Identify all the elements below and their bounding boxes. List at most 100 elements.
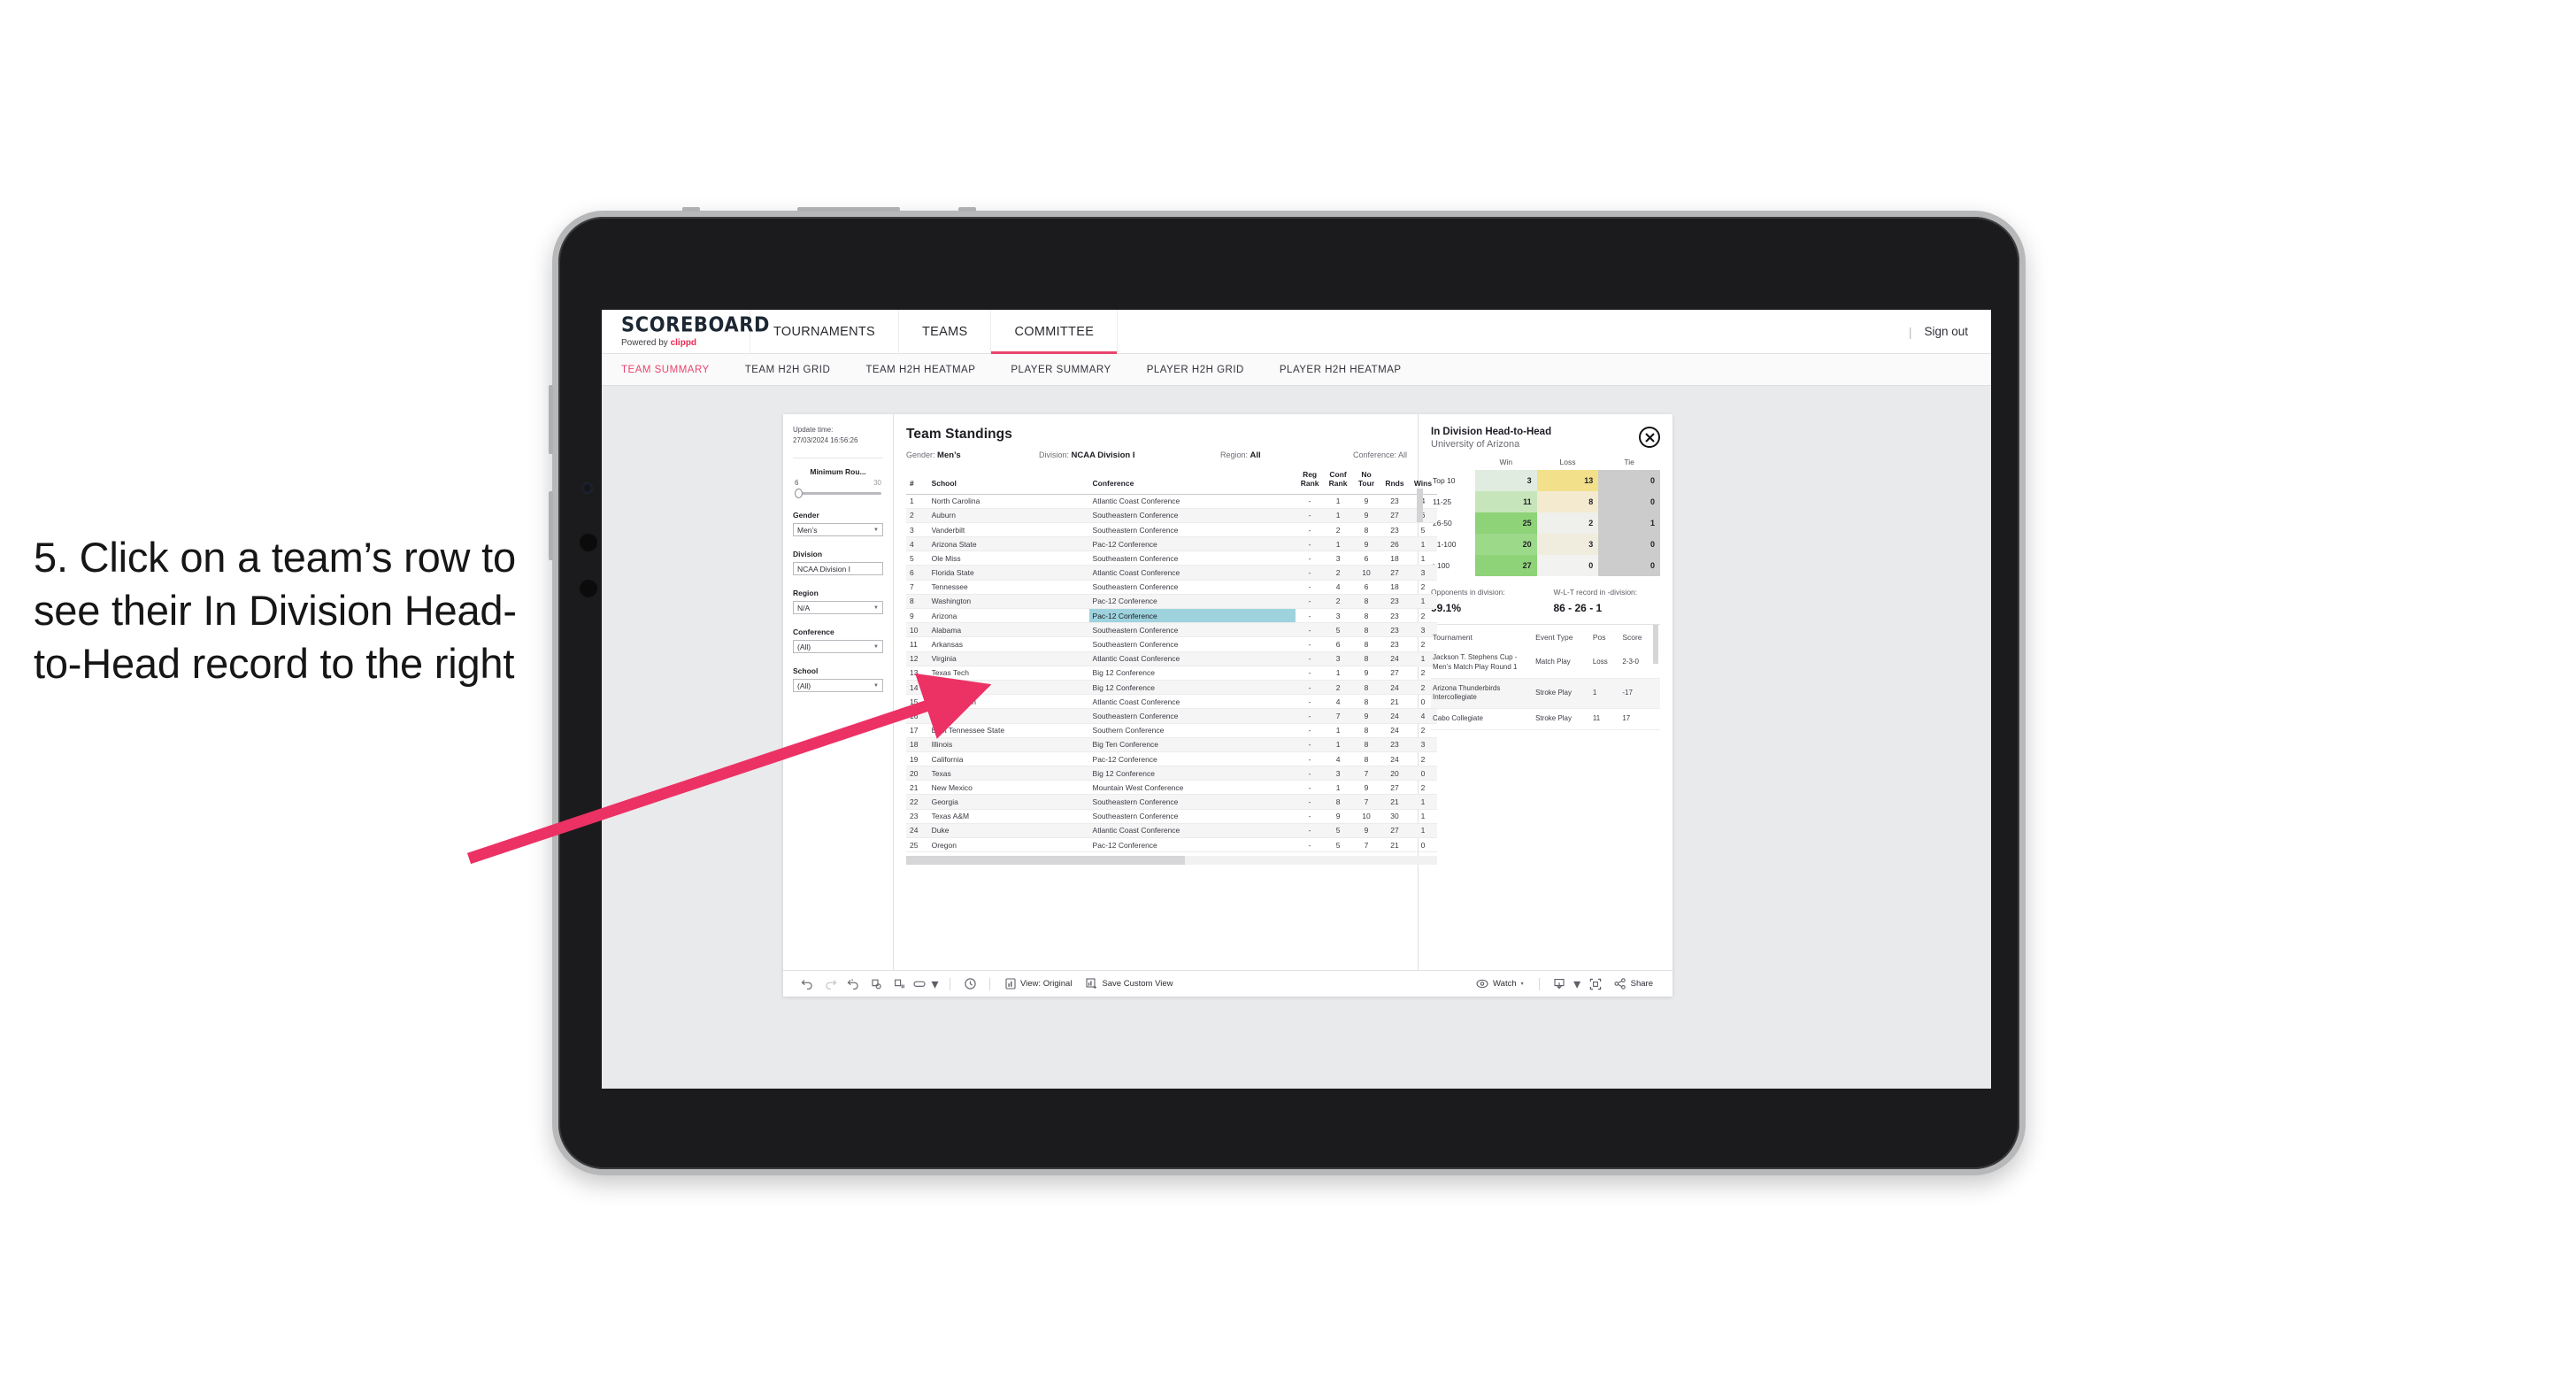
table-row[interactable]: 9 Arizona Pac-12 Conference -3 8 23 2 bbox=[906, 608, 1437, 624]
col-header-school[interactable]: School bbox=[927, 469, 1089, 495]
table-row[interactable]: 12 Virginia Atlantic Coast Conference -3 8 24… bbox=[906, 651, 1437, 666]
col-header-rnds[interactable]: Rnds bbox=[1380, 469, 1409, 495]
heatmap-row: Top 10 3 13 0 bbox=[1431, 470, 1660, 491]
minimum-rounds-slider[interactable] bbox=[795, 489, 881, 499]
table-row[interactable]: 21 New Mexico Mountain West Conference -1 9 2… bbox=[906, 780, 1437, 796]
table-row[interactable]: 6 Florida State Atlantic Coast Conference -… bbox=[906, 565, 1437, 581]
events-scrollbar[interactable] bbox=[1653, 625, 1658, 664]
table-row[interactable]: 24 Duke Atlantic Coast Conference -5 9 27 1 bbox=[906, 823, 1437, 839]
filter-region-select[interactable]: N/A ▼ bbox=[793, 601, 883, 615]
alerts-icon[interactable] bbox=[958, 974, 981, 994]
table-row[interactable]: 19 California Pac-12 Conference -4 8 24 2 bbox=[906, 751, 1437, 767]
sign-out-link[interactable]: Sign out bbox=[1924, 325, 1968, 338]
nav-item-committee[interactable]: COMMITTEE bbox=[991, 310, 1119, 354]
table-row[interactable]: 11 Arkansas Southeastern Conference -6 8 23 2 bbox=[906, 636, 1437, 652]
filter-gender-select[interactable]: Men’s ▼ bbox=[793, 523, 883, 537]
col-header-conference[interactable]: Conference bbox=[1088, 469, 1296, 495]
table-row[interactable]: 4 Arizona State Pac-12 Conference -1 9 26 1 bbox=[906, 536, 1437, 552]
breadcrumb: Gender: Men’s Division: NCAA Division I … bbox=[906, 450, 1418, 460]
nav-item-tournaments[interactable]: TOURNAMENTS bbox=[750, 310, 900, 353]
table-vertical-scrollbar[interactable] bbox=[1417, 489, 1423, 522]
col-header-conf-rank[interactable]: Conf Rank bbox=[1324, 469, 1353, 495]
table-row[interactable]: 14 Oklahoma Big 12 Conference -2 8 24 2 bbox=[906, 680, 1437, 696]
tab-player-h2h-heatmap[interactable]: PLAYER H2H HEATMAP bbox=[1280, 365, 1402, 375]
refresh-data-icon[interactable] bbox=[865, 974, 888, 994]
fullscreen-icon[interactable] bbox=[1584, 974, 1607, 994]
table-row[interactable]: 3 Vanderbilt Southeastern Conference -2 8 23 5 bbox=[906, 522, 1437, 538]
table-row[interactable]: 5 Ole Miss Southeastern Conference -3 6 18 1 bbox=[906, 551, 1437, 566]
tab-player-h2h-grid[interactable]: PLAYER H2H GRID bbox=[1147, 365, 1244, 375]
highlight-icon[interactable] bbox=[911, 974, 928, 994]
table-row[interactable]: 15 Georgia Tech Atlantic Coast Conference -… bbox=[906, 694, 1437, 710]
revert-icon[interactable] bbox=[842, 974, 865, 994]
table-row[interactable]: 1 North Carolina Atlantic Coast Conference… bbox=[906, 494, 1437, 509]
share-button[interactable]: Share bbox=[1607, 978, 1660, 989]
rnds-cell: 23 bbox=[1380, 522, 1409, 538]
filter-division-select[interactable]: NCAA Division I bbox=[793, 562, 883, 576]
table-row[interactable]: 20 Texas Big 12 Conference -3 7 20 0 bbox=[906, 766, 1437, 782]
save-custom-view-button[interactable]: Save Custom View bbox=[1079, 978, 1180, 989]
heatmap-cell[interactable]: 0 bbox=[1598, 491, 1660, 512]
conference-cell: Atlantic Coast Conference bbox=[1088, 565, 1296, 581]
filter-school-select[interactable]: (All) ▼ bbox=[793, 679, 883, 693]
heatmap-cell[interactable]: 2 bbox=[1536, 512, 1599, 534]
heatmap-row-label: 26-50 bbox=[1433, 519, 1452, 527]
heatmap-cell[interactable]: 0 bbox=[1536, 555, 1599, 576]
tab-team-h2h-heatmap[interactable]: TEAM H2H HEATMAP bbox=[865, 365, 975, 375]
heatmap-cell[interactable]: 3 bbox=[1536, 534, 1599, 555]
conference-cell: Southeastern Conference bbox=[1088, 636, 1296, 652]
tab-team-summary[interactable]: TEAM SUMMARY bbox=[621, 365, 710, 375]
list-item[interactable]: Arizona Thunderbirds Intercollegiate Stro… bbox=[1431, 678, 1660, 710]
undo-icon[interactable] bbox=[796, 974, 819, 994]
close-icon[interactable] bbox=[1639, 427, 1660, 448]
list-item[interactable]: Cabo Collegiate Stroke Play 11 17 bbox=[1431, 708, 1660, 730]
table-row[interactable]: 2AuburnSoutheastern Conference-19276 bbox=[906, 508, 1437, 523]
col-header-no-tour[interactable]: No Tour bbox=[1352, 469, 1380, 495]
watch-button[interactable]: Watch ▾ bbox=[1469, 979, 1531, 989]
table-row[interactable]: 22 Georgia Southeastern Conference -8 7 21 1 bbox=[906, 794, 1437, 810]
pause-refresh-icon[interactable] bbox=[888, 974, 911, 994]
slider-handle[interactable] bbox=[795, 489, 803, 499]
redo-icon[interactable] bbox=[819, 974, 842, 994]
table-row[interactable]: 13 Texas Tech Big 12 Conference -1 9 27 2 bbox=[906, 666, 1437, 681]
heatmap-cell[interactable]: 11 bbox=[1475, 491, 1537, 512]
scrollbar-thumb[interactable] bbox=[906, 856, 1185, 866]
heatmap-cell[interactable]: 0 bbox=[1598, 470, 1660, 491]
table-row[interactable]: 7 Tennessee Southeastern Conference -4 6 18 2 bbox=[906, 580, 1437, 595]
events-col-tournament[interactable]: Tournament bbox=[1431, 627, 1534, 648]
table-row[interactable]: 8 Washington Pac-12 Conference -2 8 23 1 bbox=[906, 594, 1437, 610]
wins-cell: 2 bbox=[1408, 751, 1437, 767]
col-header-rank[interactable]: # bbox=[906, 469, 928, 495]
list-item[interactable]: Jackson T. Stephens Cup - Men’s Match Pl… bbox=[1431, 648, 1660, 679]
download-icon[interactable] bbox=[1548, 974, 1571, 994]
events-col-event-type[interactable]: Event Type bbox=[1534, 627, 1591, 648]
table-row[interactable]: 17 East Tennessee State Southern Conferenc… bbox=[906, 723, 1437, 738]
heatmap-cell[interactable]: 1 bbox=[1598, 512, 1660, 534]
tab-team-h2h-grid[interactable]: TEAM H2H GRID bbox=[745, 365, 831, 375]
filter-conference-select[interactable]: (All) ▼ bbox=[793, 640, 883, 654]
reg-rank-cell: - bbox=[1296, 508, 1325, 523]
col-header-reg-rank[interactable]: Reg Rank bbox=[1296, 469, 1325, 495]
heatmap-cell[interactable]: 27 bbox=[1475, 555, 1537, 576]
heatmap-cell[interactable]: 8 bbox=[1536, 491, 1599, 512]
highlight-dropdown-caret[interactable]: ▾ bbox=[928, 974, 942, 994]
brand-logo[interactable]: SCOREBOARD Powered by clippd bbox=[602, 310, 769, 353]
heatmap-cell[interactable]: 20 bbox=[1475, 534, 1537, 555]
table-row[interactable]: 23 Texas A&M Southeastern Conference -9 10 30… bbox=[906, 809, 1437, 824]
heatmap-cell[interactable]: 0 bbox=[1598, 534, 1660, 555]
heatmap-header-row: Win Loss Tie bbox=[1431, 458, 1660, 470]
table-row[interactable]: 16 Florida Southeastern Conference -7 9 24 4 bbox=[906, 708, 1437, 724]
table-row[interactable]: 25 Oregon Pac-12 Conference -5 7 21 0 bbox=[906, 837, 1437, 853]
table-row[interactable]: 10 Alabama Southeastern Conference -5 8 23 3 bbox=[906, 622, 1437, 638]
nav-item-teams[interactable]: TEAMS bbox=[899, 310, 992, 353]
table-horizontal-scrollbar[interactable] bbox=[906, 856, 1437, 866]
heatmap-cell[interactable]: 13 bbox=[1536, 470, 1599, 491]
events-col-pos[interactable]: Pos bbox=[1591, 627, 1620, 648]
heatmap-cell[interactable]: 0 bbox=[1598, 555, 1660, 576]
heatmap-cell[interactable]: 3 bbox=[1475, 470, 1537, 491]
heatmap-cell[interactable]: 25 bbox=[1475, 512, 1537, 534]
tab-player-summary[interactable]: PLAYER SUMMARY bbox=[1011, 365, 1111, 375]
download-dropdown-caret[interactable]: ▾ bbox=[1571, 974, 1584, 994]
view-original-button[interactable]: View: Original bbox=[998, 978, 1079, 989]
table-row[interactable]: 18 Illinois Big Ten Conference -1 8 23 3 bbox=[906, 737, 1437, 752]
